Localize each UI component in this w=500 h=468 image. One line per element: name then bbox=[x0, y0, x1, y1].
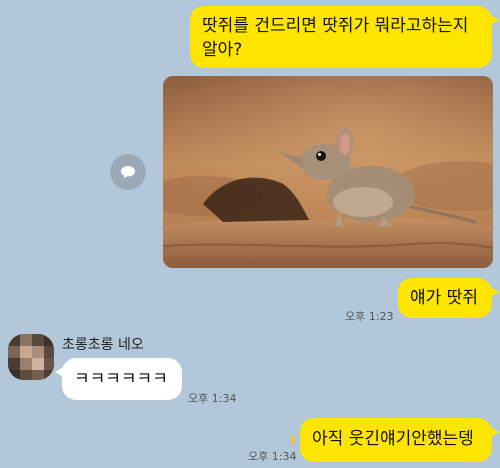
message-time: 오후 1:34 bbox=[188, 392, 237, 405]
unread-count: 1 bbox=[289, 434, 297, 447]
share-button[interactable] bbox=[110, 154, 146, 190]
message-bubble-outgoing[interactable]: 아직 웃긴얘기안했는뎅 bbox=[300, 418, 499, 462]
chat-room: 땃쥐를 건드리면 땃쥐가 뭐라고하는지 알아? 오후 1:23 얘가 땃쥐 초롱… bbox=[0, 0, 500, 468]
message-bubble-outgoing[interactable]: 땃쥐를 건드리면 땃쥐가 뭐라고하는지 알아? bbox=[190, 6, 499, 68]
message-bubble-incoming[interactable]: ㅋㅋㅋㅋㅋㅋ bbox=[55, 358, 182, 400]
message-text: 땃쥐를 건드리면 땃쥐가 뭐라고하는지 알아? bbox=[202, 16, 469, 60]
share-icon bbox=[121, 166, 135, 179]
message-time: 오후 1:34 bbox=[248, 450, 297, 463]
message-text: ㅋㅋㅋㅋㅋㅋ bbox=[74, 369, 168, 389]
message-text: 아직 웃긴얘기안했는뎅 bbox=[312, 429, 474, 449]
message-text: 얘가 땃쥐 bbox=[410, 288, 478, 308]
message-bubble-outgoing[interactable]: 얘가 땃쥐 bbox=[398, 278, 499, 318]
avatar[interactable] bbox=[8, 334, 54, 380]
photo-message[interactable] bbox=[163, 76, 493, 268]
message-time: 오후 1:23 bbox=[345, 310, 394, 323]
mouse-photo bbox=[163, 76, 493, 268]
avatar-image bbox=[8, 334, 54, 380]
sender-name: 초롱초롱 네오 bbox=[62, 337, 144, 353]
